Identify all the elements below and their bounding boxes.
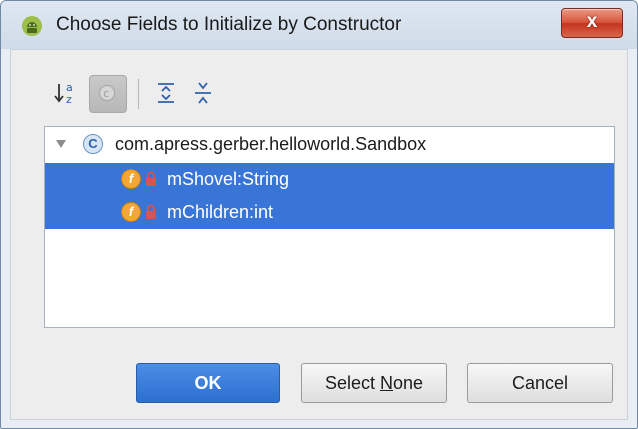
field-row-mchildren[interactable]: f mChildren:int: [45, 196, 614, 229]
class-name-label: com.apress.gerber.helloworld.Sandbox: [115, 134, 427, 154]
select-none-label-start: Select: [324, 373, 380, 393]
expanded-arrow-icon[interactable]: [55, 138, 67, 150]
sort-alphabetically-icon[interactable]: a z: [51, 76, 85, 110]
field-row-mshovel[interactable]: f mShovel:String: [45, 163, 614, 196]
select-none-button[interactable]: Select None: [301, 363, 447, 403]
tree-root-row[interactable]: C com.apress.gerber.helloworld.Sandbox: [45, 128, 614, 161]
fields-tree[interactable]: C com.apress.gerber.helloworld.Sandbox f…: [44, 126, 615, 328]
dialog-window: Choose Fields to Initialize by Construct…: [0, 0, 638, 429]
field-label: mShovel:String: [167, 169, 290, 189]
svg-text:c: c: [103, 88, 109, 100]
ok-button[interactable]: OK: [136, 363, 280, 403]
select-none-label-end: one: [392, 373, 424, 393]
dialog-content: a z c C com.apress.gerber.helloworld.San…: [10, 49, 628, 420]
close-icon: x: [586, 11, 598, 32]
field-label: mChildren:int: [167, 202, 274, 222]
title-bar[interactable]: Choose Fields to Initialize by Construct…: [1, 1, 637, 49]
cancel-button[interactable]: Cancel: [467, 363, 613, 403]
android-studio-icon: [22, 16, 42, 36]
show-classes-toggle[interactable]: c: [89, 75, 127, 113]
expand-all-icon[interactable]: [149, 76, 183, 110]
show-classes-icon: c: [98, 84, 116, 102]
dialog-title: Choose Fields to Initialize by Construct…: [56, 14, 402, 35]
close-button[interactable]: x: [561, 8, 623, 38]
collapse-all-icon[interactable]: [186, 76, 220, 110]
private-lock-icon: [146, 204, 156, 219]
toolbar-separator: [138, 79, 139, 109]
class-icon: C: [83, 134, 103, 154]
private-lock-icon: [146, 171, 156, 186]
select-none-mnemonic: N: [379, 373, 393, 393]
field-icon: f: [121, 202, 141, 222]
field-icon: f: [121, 169, 141, 189]
svg-text:z: z: [66, 93, 72, 106]
toolbar: a z c: [11, 50, 627, 113]
